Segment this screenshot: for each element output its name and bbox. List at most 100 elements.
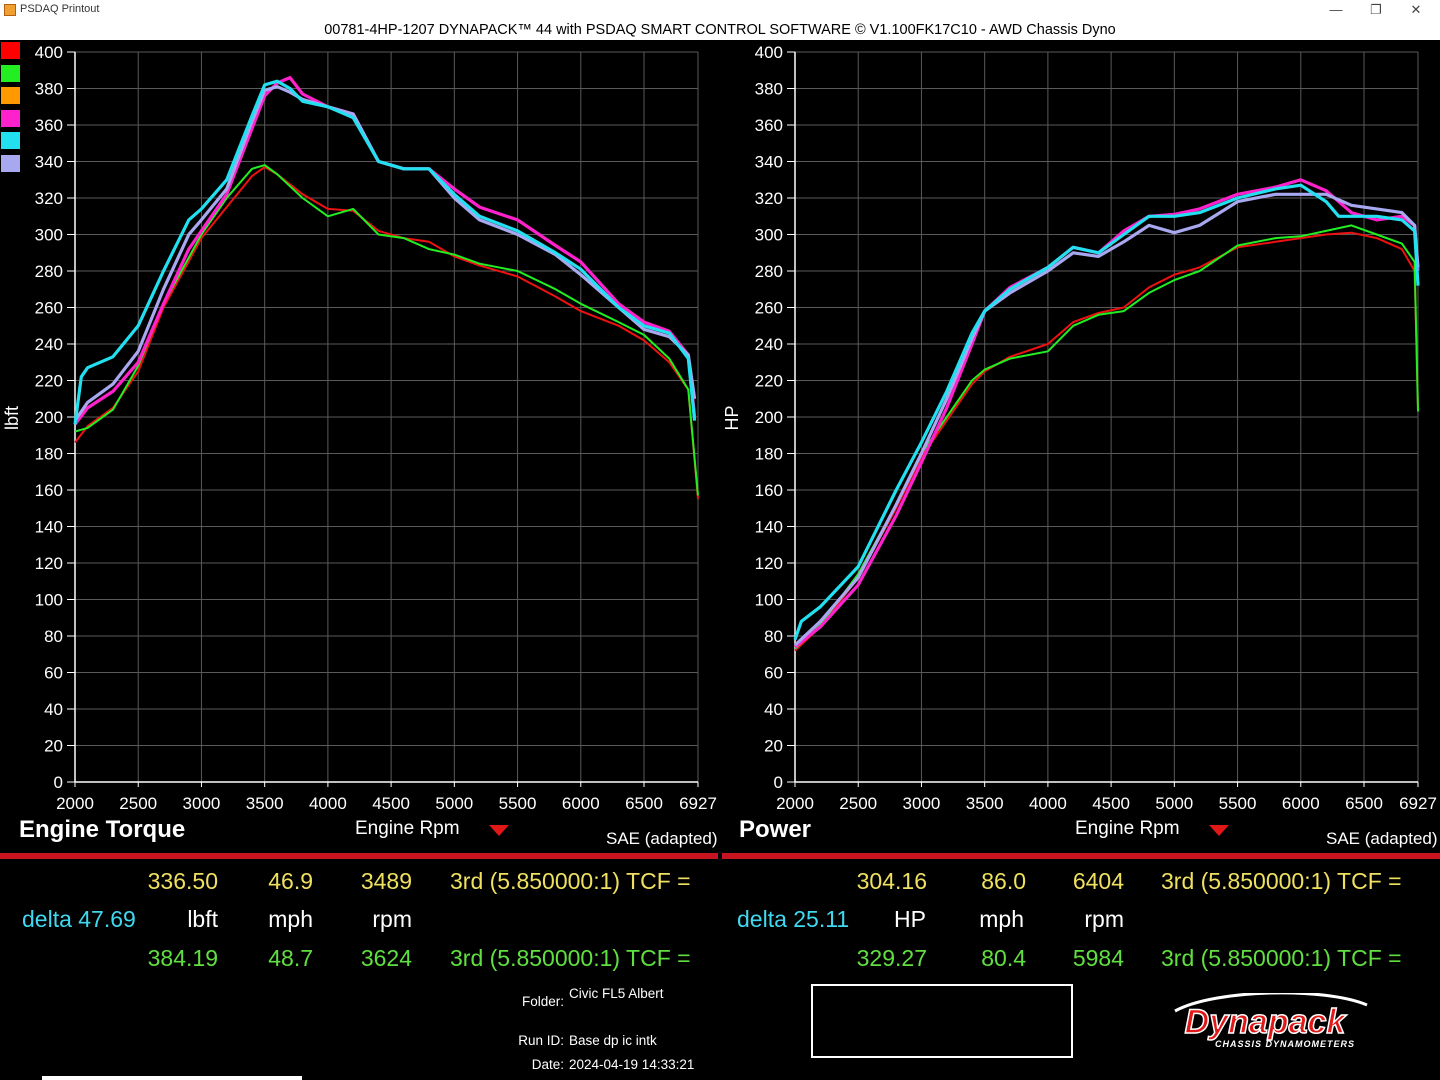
power-x-axis-title: Engine Rpm <box>1075 818 1180 839</box>
power-ytick-label: 300 <box>755 226 783 245</box>
torque-ytick-label: 400 <box>35 43 63 62</box>
torque-ytick-label: 140 <box>35 518 63 537</box>
power-xtick-label: 3000 <box>903 794 941 813</box>
power-speed-unit: mph <box>979 906 1024 932</box>
power-bottom-value: 329.27 <box>856 945 927 971</box>
power-xtick-label: 6500 <box>1345 794 1383 813</box>
torque-xtick-label: 3000 <box>183 794 221 813</box>
torque-speed-unit: mph <box>268 906 313 932</box>
power-top-value: 304.16 <box>856 868 927 894</box>
power-ytick-label: 100 <box>755 591 783 610</box>
torque-ytick-label: 160 <box>35 481 63 500</box>
power-sae-note: SAE (adapted) <box>1326 829 1438 848</box>
power-chart: 2000 2500 3000 3500 4000 4500 5000 5500 6000 6500… <box>722 43 1437 813</box>
torque-ytick-label: 100 <box>35 591 63 610</box>
power-ytick-label: 60 <box>764 664 783 683</box>
torque-chart: 2000 2500 3000 3500 4000 4500 5000 5500 6000 6500… <box>2 43 717 813</box>
torque-xtick-label: 6000 <box>562 794 600 813</box>
torque-xtick-label: 4500 <box>372 794 410 813</box>
torque-chart-title: Engine Torque <box>19 816 186 843</box>
power-series-3 <box>793 192 1420 647</box>
torque-bottom-gear: 3rd (5.850000:1) TCF = <box>450 945 691 971</box>
power-ytick-label: 120 <box>755 554 783 573</box>
torque-ytick-label: 80 <box>44 627 63 646</box>
power-xtick-label: 6927 <box>1399 794 1437 813</box>
power-delta: delta 25.11 <box>737 906 850 932</box>
torque-bottom-value: 384.19 <box>147 945 218 971</box>
torque-xtick-label: 4000 <box>309 794 347 813</box>
torque-xtick-label: 6500 <box>625 794 663 813</box>
run-id-label: Run ID: <box>518 1033 564 1048</box>
torque-series-3 <box>73 85 697 422</box>
torque-ytick-label: 0 <box>54 773 63 792</box>
power-xtick-label: 2000 <box>776 794 814 813</box>
power-ytick-label: 20 <box>764 737 783 756</box>
power-top-speed: 86.0 <box>981 868 1026 894</box>
power-ytick-label: 400 <box>755 43 783 62</box>
dynapack-logo: Dynapack CHASSIS DYNAMOMETERS <box>1174 993 1368 1049</box>
power-divider <box>722 853 1440 859</box>
power-xtick-label: 5000 <box>1155 794 1193 813</box>
torque-rpm-dropdown-icon[interactable] <box>489 825 509 836</box>
torque-ytick-label: 180 <box>35 445 63 464</box>
power-ytick-label: 40 <box>764 700 783 719</box>
torque-ytick-label: 60 <box>44 664 63 683</box>
torque-ytick-label: 220 <box>35 372 63 391</box>
torque-series-0 <box>74 166 699 500</box>
power-bottom-speed: 80.4 <box>981 945 1026 971</box>
torque-ytick-label: 320 <box>35 189 63 208</box>
torque-bottom-rpm: 3624 <box>360 945 412 971</box>
date-value: 2024-04-19 14:33:21 <box>569 1057 695 1072</box>
svg-text:Dynapack: Dynapack <box>1185 1003 1348 1041</box>
power-unit: HP <box>894 906 926 932</box>
power-ytick-label: 360 <box>755 116 783 135</box>
torque-sae-note: SAE (adapted) <box>606 829 718 848</box>
power-ytick-label: 200 <box>755 408 783 427</box>
torque-series-1 <box>74 164 699 496</box>
power-ytick-label: 220 <box>755 372 783 391</box>
power-xtick-label: 3500 <box>966 794 1004 813</box>
power-ytick-label: 80 <box>764 627 783 646</box>
power-ytick-label: 240 <box>755 335 783 354</box>
torque-top-rpm: 3489 <box>360 868 412 894</box>
power-xtick-label: 2500 <box>839 794 877 813</box>
power-rpm-dropdown-icon[interactable] <box>1209 825 1229 836</box>
power-ytick-label: 340 <box>755 153 783 172</box>
power-top-gear: 3rd (5.850000:1) TCF = <box>1161 868 1402 894</box>
torque-unit: lbft <box>187 906 218 932</box>
power-xtick-label: 6000 <box>1282 794 1320 813</box>
torque-xtick-label: 3500 <box>246 794 284 813</box>
power-rpm-unit: rpm <box>1084 906 1124 932</box>
torque-xtick-label: 2500 <box>119 794 157 813</box>
power-xtick-label: 5500 <box>1219 794 1257 813</box>
power-ytick-label: 0 <box>774 773 783 792</box>
power-series-1 <box>794 224 1419 650</box>
torque-xtick-label: 2000 <box>56 794 94 813</box>
torque-bottom-speed: 48.7 <box>268 945 313 971</box>
torque-ytick-label: 20 <box>44 737 63 756</box>
torque-rpm-unit: rpm <box>372 906 412 932</box>
torque-ytick-label: 380 <box>35 80 63 99</box>
torque-ytick-label: 280 <box>35 262 63 281</box>
torque-delta: delta 47.69 <box>22 906 136 932</box>
torque-ytick-label: 200 <box>35 408 63 427</box>
power-series-2 <box>794 178 1420 649</box>
svg-text:CHASSIS DYNAMOMETERS: CHASSIS DYNAMOMETERS <box>1215 1039 1355 1049</box>
torque-top-gear: 3rd (5.850000:1) TCF = <box>450 868 691 894</box>
power-xtick-label: 4000 <box>1029 794 1067 813</box>
torque-ytick-label: 40 <box>44 700 63 719</box>
bottom-scroll-strip <box>42 1076 302 1080</box>
torque-series-4 <box>73 79 697 425</box>
torque-ytick-label: 120 <box>35 554 63 573</box>
power-ytick-label: 260 <box>755 299 783 318</box>
notes-box <box>811 984 1073 1058</box>
torque-top-value: 336.50 <box>147 868 218 894</box>
torque-series-2 <box>73 75 697 426</box>
power-bottom-gear: 3rd (5.850000:1) TCF = <box>1161 945 1402 971</box>
folder-label: Folder: <box>521 994 564 1009</box>
run-id-value: Base dp ic intk <box>569 1033 657 1048</box>
torque-ytick-label: 260 <box>35 299 63 318</box>
torque-xtick-label: 5500 <box>499 794 537 813</box>
torque-y-axis-title: lbft <box>2 406 22 430</box>
power-bottom-rpm: 5984 <box>1072 945 1124 971</box>
